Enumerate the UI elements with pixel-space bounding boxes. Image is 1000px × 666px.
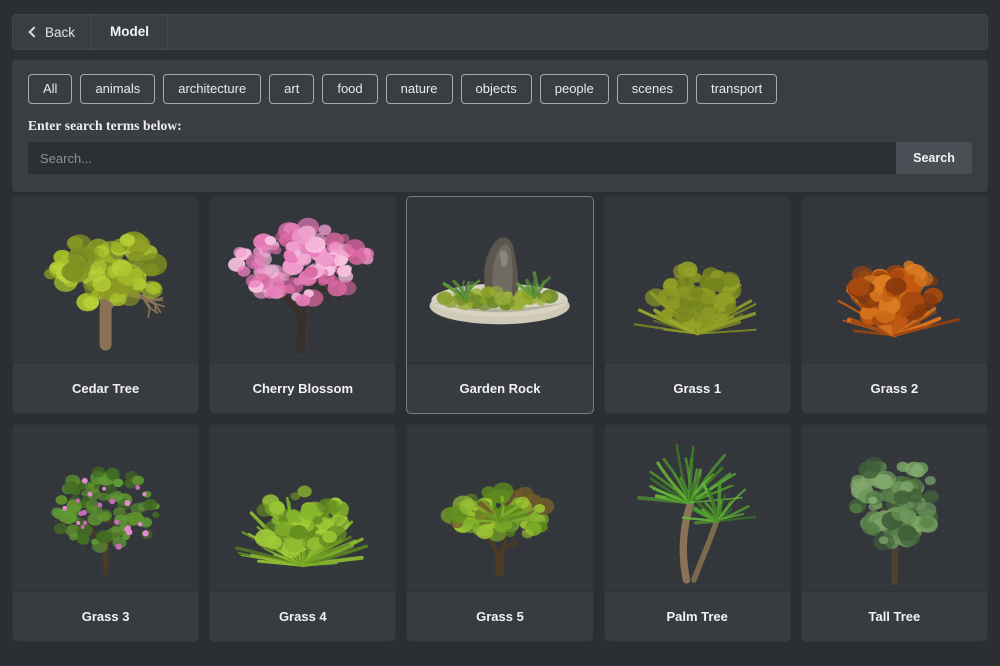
category-chip-people[interactable]: people [539, 74, 609, 104]
category-chip-nature[interactable]: nature [385, 74, 453, 104]
model-card[interactable]: Grass 3 [12, 424, 200, 642]
model-thumbnail[interactable] [801, 425, 987, 592]
model-card[interactable]: Cherry Blossom [209, 196, 397, 414]
model-thumbnail[interactable] [801, 197, 987, 364]
model-card-label: Cedar Tree [71, 381, 140, 396]
model-card-label: Palm Tree [666, 609, 728, 624]
model-card-label: Grass 5 [476, 609, 524, 624]
category-chip-animals[interactable]: animals [80, 74, 156, 104]
search-label: Enter search terms below: [28, 118, 182, 133]
category-filter-row: All animals architecture art food nature objec… [12, 60, 988, 104]
back-button-label: Back [45, 24, 76, 40]
tall-thumbnail-art [802, 425, 987, 591]
cedar-thumbnail-art [13, 197, 198, 363]
grass1-thumbnail-art [605, 197, 790, 363]
model-card-label: Grass 1 [673, 381, 722, 396]
model-card[interactable]: Tall Tree [800, 424, 988, 642]
model-thumbnail[interactable] [13, 425, 199, 592]
model-card-label: Tall Tree [868, 609, 921, 624]
model-card-label: Grass 3 [81, 609, 130, 624]
rock-thumbnail-art [407, 197, 592, 363]
search-input[interactable] [28, 142, 896, 174]
model-card-label: Grass 2 [870, 381, 919, 396]
model-card-label: Cherry Blossom [252, 381, 353, 396]
model-thumbnail[interactable] [407, 197, 593, 364]
model-card[interactable]: Garden Rock [406, 196, 594, 414]
model-card[interactable]: Palm Tree [603, 424, 791, 642]
model-thumbnail[interactable] [604, 425, 790, 592]
cherry-thumbnail-art [210, 197, 395, 363]
grass3-thumbnail-art [13, 425, 198, 591]
chevron-left-icon [28, 25, 40, 38]
model-thumbnail[interactable] [13, 197, 199, 364]
model-card[interactable]: Cedar Tree [12, 196, 200, 414]
category-chip-transport[interactable]: transport [695, 74, 778, 104]
grass5-thumbnail-art [407, 425, 592, 591]
category-chip-objects[interactable]: objects [460, 74, 532, 104]
model-card-label: Garden Rock [459, 381, 541, 396]
search-button[interactable]: Search [896, 142, 972, 174]
category-chip-art[interactable]: art [269, 74, 315, 104]
page-title: Model [92, 15, 169, 49]
category-chip-food[interactable]: food [322, 74, 378, 104]
model-thumbnail[interactable] [210, 425, 396, 592]
header-bar: Back Model [12, 14, 988, 50]
model-thumbnail[interactable] [210, 197, 396, 364]
back-button[interactable]: Back [13, 15, 93, 49]
model-grid: Cedar Tree Cherry Blossom Garden Rock Gras… [12, 196, 988, 642]
model-thumbnail[interactable] [407, 425, 593, 592]
model-card-label: Grass 4 [278, 609, 327, 624]
model-card[interactable]: Grass 5 [406, 424, 594, 642]
model-thumbnail[interactable] [604, 197, 790, 364]
model-card[interactable]: Grass 1 [603, 196, 791, 414]
palm-thumbnail-art [605, 425, 790, 591]
grass4-thumbnail-art [210, 425, 395, 591]
category-chip-all[interactable]: All [28, 74, 73, 104]
grass2-thumbnail-art [802, 197, 987, 363]
category-chip-scenes[interactable]: scenes [616, 74, 688, 104]
model-card[interactable]: Grass 4 [209, 424, 397, 642]
search-row: Search [28, 142, 972, 174]
category-chip-architecture[interactable]: architecture [163, 74, 262, 104]
model-card[interactable]: Grass 2 [800, 196, 988, 414]
search-filter-panel: All animals architecture art food nature objec… [12, 60, 988, 192]
